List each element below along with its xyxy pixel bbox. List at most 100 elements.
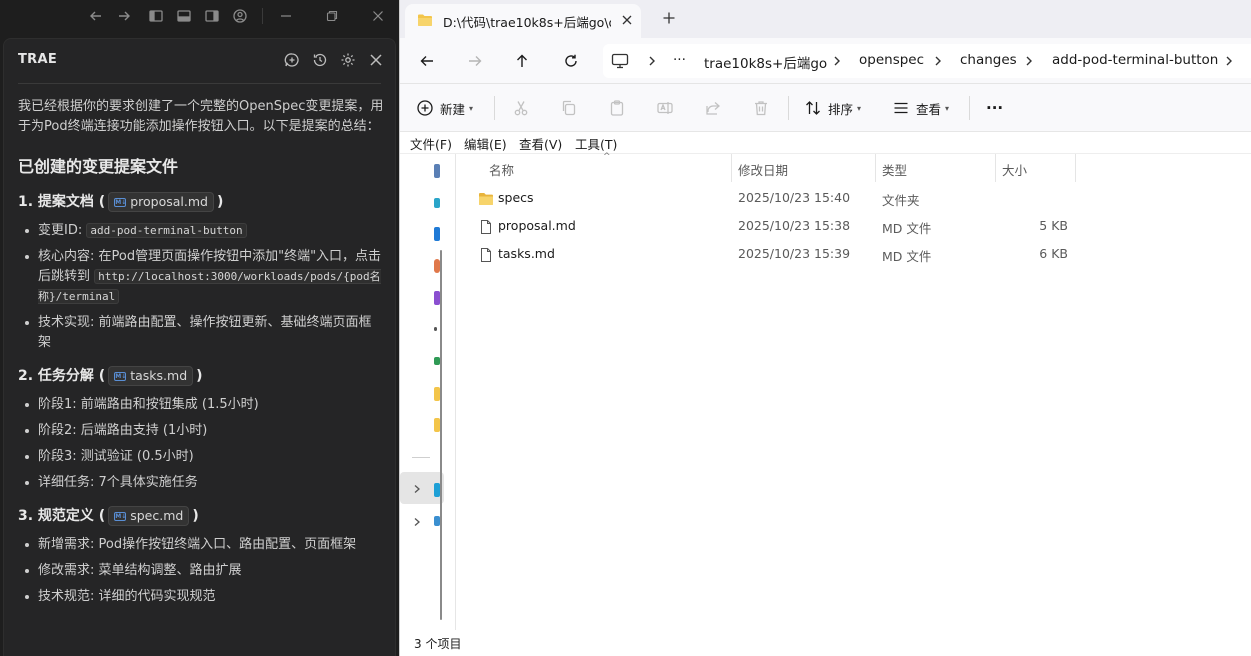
column-header-type[interactable]: 类型 <box>882 160 907 179</box>
chevron-down-icon: ▾ <box>945 103 950 113</box>
list-item-label: 技术规范: 详细的代码实现规范 <box>38 589 216 604</box>
nav-item-icon[interactable] <box>434 227 440 241</box>
file-chip-tasks[interactable]: M↓ tasks.md <box>108 366 194 386</box>
column-header-size[interactable]: 大小 <box>1002 160 1027 179</box>
share-icon[interactable] <box>704 98 722 118</box>
list-item-label: 详细任务: 7个具体实施任务 <box>38 475 198 490</box>
back-arrow-icon[interactable] <box>86 6 106 26</box>
list-item-label: 变更ID: <box>38 223 87 238</box>
sort-up-caret-icon: ^ <box>603 152 611 162</box>
minimize-icon[interactable] <box>276 6 296 26</box>
file-chip-proposal[interactable]: M↓ proposal.md <box>108 192 214 212</box>
close-panel-icon[interactable] <box>367 51 385 69</box>
chevron-right-icon <box>1226 56 1232 66</box>
breadcrumb[interactable]: ··· trae10k8s+后端go openspec changes add-… <box>603 44 1251 78</box>
sort-button[interactable]: 排序 ▾ <box>804 98 861 118</box>
nav-scrollbar[interactable] <box>440 250 442 620</box>
paste-icon[interactable] <box>608 98 626 118</box>
menu-view[interactable]: 查看(V) <box>519 134 562 153</box>
toggle-left-panel-icon[interactable] <box>146 6 166 26</box>
chevron-right-icon[interactable] <box>412 516 422 528</box>
breadcrumb-item[interactable]: openspec <box>859 52 924 68</box>
nav-item-icon[interactable] <box>434 327 437 331</box>
cut-icon[interactable] <box>512 98 530 118</box>
back-arrow-icon[interactable] <box>416 50 438 72</box>
sort-button-label: 排序 <box>828 101 854 117</box>
command-bar: 新建 ▾ 排序 ▾ 查看 ▾ ··· <box>400 84 1251 132</box>
restore-icon[interactable] <box>322 6 342 26</box>
chevron-right-icon <box>649 56 655 66</box>
nav-item-icon[interactable] <box>434 198 440 208</box>
list-item: 技术实现: 前端路由配置、操作按钮更新、基础终端页面框架 <box>18 313 384 353</box>
section-title-text: 3. 规范定义 ( <box>18 508 106 524</box>
file-size: 5 KB <box>1039 218 1068 233</box>
column-header-modified[interactable]: 修改日期 <box>738 160 788 179</box>
chevron-right-icon[interactable] <box>412 483 422 495</box>
section-heading: 已创建的变更提案文件 <box>18 157 179 176</box>
new-button[interactable]: 新建 ▾ <box>416 98 473 118</box>
toggle-bottom-panel-icon[interactable] <box>174 6 194 26</box>
proposal-list: 变更ID: add-pod-terminal-button 核心内容: 在Pod… <box>18 221 384 353</box>
chevron-right-icon <box>1026 56 1032 66</box>
file-chip-spec[interactable]: M↓ spec.md <box>108 506 190 526</box>
toggle-right-panel-icon[interactable] <box>202 6 222 26</box>
nav-divider <box>412 457 430 458</box>
forward-arrow-icon[interactable] <box>464 50 486 72</box>
table-row[interactable]: specs 2025/10/23 15:40 文件夹 <box>474 185 1074 213</box>
new-tab-plus-icon[interactable] <box>661 10 677 26</box>
close-tab-icon[interactable] <box>619 12 635 28</box>
list-item: 变更ID: add-pod-terminal-button <box>18 221 384 241</box>
column-divider[interactable] <box>731 154 732 182</box>
close-window-icon[interactable] <box>368 6 388 26</box>
menu-edit[interactable]: 编辑(E) <box>464 134 507 153</box>
rename-icon[interactable] <box>656 98 674 118</box>
refresh-icon[interactable] <box>560 50 582 72</box>
panel-title: TRAE <box>18 52 58 67</box>
copy-icon[interactable] <box>560 98 578 118</box>
list-item-label: 阶段1: 前端路由和按钮集成 (1.5小时) <box>38 397 259 412</box>
file-list: ^ 名称 修改日期 类型 大小 specs 2025/10/23 15:40 文… <box>457 152 1251 630</box>
intro-text: 我已经根据你的要求创建了一个完整的OpenSpec变更提案，用于为Pod终端连接… <box>18 99 384 134</box>
more-options-button[interactable]: ··· <box>986 98 1003 118</box>
breadcrumb-item[interactable]: changes <box>960 52 1017 68</box>
titlebar-divider <box>262 8 263 24</box>
section-title-suffix: ) <box>216 194 224 210</box>
column-divider[interactable] <box>875 154 876 182</box>
column-divider[interactable] <box>1075 154 1076 182</box>
account-icon[interactable] <box>230 6 250 26</box>
menu-tools[interactable]: 工具(T) <box>575 134 617 153</box>
file-name: tasks.md <box>498 246 555 261</box>
list-item: 阶段1: 前端路由和按钮集成 (1.5小时) <box>18 395 384 415</box>
spec-section-title: 3. 规范定义 ( M↓ spec.md ) <box>18 505 384 527</box>
list-item: 阶段3: 测试验证 (0.5小时) <box>18 447 384 467</box>
breadcrumb-overflow[interactable]: ··· <box>673 52 686 68</box>
menu-file[interactable]: 文件(F) <box>410 134 452 153</box>
file-icon <box>481 220 491 234</box>
chat-message: 我已经根据你的要求创建了一个完整的OpenSpec变更提案，用于为Pod终端连接… <box>18 97 384 619</box>
settings-gear-icon[interactable] <box>339 51 357 69</box>
forward-arrow-icon[interactable] <box>114 6 134 26</box>
up-arrow-icon[interactable] <box>511 50 533 72</box>
explorer-tab[interactable]: D:\代码\trae10k8s+后端go\openspec\changes\ad… <box>405 4 641 38</box>
list-item-label: 修改需求: 菜单结构调整、路由扩展 <box>38 563 242 578</box>
nav-item-icon[interactable] <box>434 164 440 178</box>
delete-trash-icon[interactable] <box>752 98 770 118</box>
view-button[interactable]: 查看 ▾ <box>892 98 949 118</box>
spec-list: 新增需求: Pod操作按钮终端入口、路由配置、页面框架 修改需求: 菜单结构调整… <box>18 535 384 607</box>
column-divider[interactable] <box>995 154 996 182</box>
table-row[interactable]: proposal.md 2025/10/23 15:38 MD 文件 5 KB <box>474 213 1074 241</box>
list-item: 修改需求: 菜单结构调整、路由扩展 <box>18 561 384 581</box>
section-title-text: 1. 提案文档 ( <box>18 194 106 210</box>
table-row[interactable]: tasks.md 2025/10/23 15:39 MD 文件 6 KB <box>474 241 1074 269</box>
view-button-label: 查看 <box>916 101 942 117</box>
file-name: proposal.md <box>498 218 576 233</box>
new-chat-icon[interactable] <box>283 51 301 69</box>
column-header-name[interactable]: 名称 <box>489 160 514 179</box>
breadcrumb-item[interactable]: trae10k8s+后端go <box>704 52 827 72</box>
breadcrumb-item[interactable]: add-pod-terminal-button <box>1052 52 1218 68</box>
navigation-pane <box>400 154 456 630</box>
history-icon[interactable] <box>311 51 329 69</box>
command-divider <box>969 96 970 120</box>
tasks-list: 阶段1: 前端路由和按钮集成 (1.5小时) 阶段2: 后端路由支持 (1小时)… <box>18 395 384 493</box>
file-modified: 2025/10/23 15:39 <box>738 246 851 261</box>
